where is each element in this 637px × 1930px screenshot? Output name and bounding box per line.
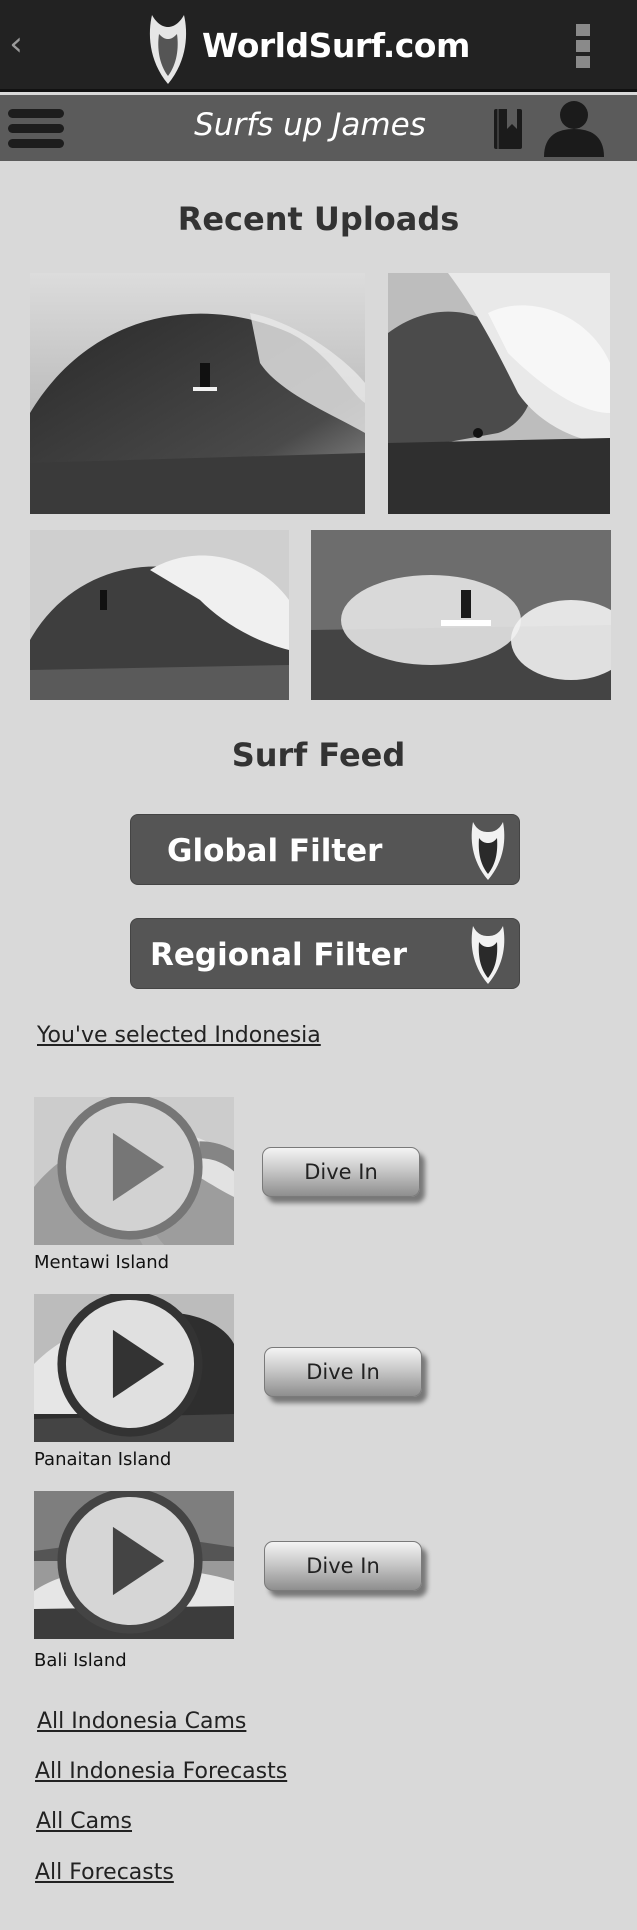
top-app-bar: ‹ WorldSurf.com (0, 0, 637, 92)
dive-in-button[interactable]: Dive In (262, 1147, 420, 1197)
spot-name: Panaitan Island (34, 1449, 172, 1470)
bali-island-thumbnail[interactable] (34, 1491, 234, 1639)
back-button[interactable]: ‹ (4, 22, 28, 66)
play-icon[interactable] (34, 1491, 230, 1635)
site-title[interactable]: WorldSurf.com (202, 26, 470, 65)
all-forecasts-link[interactable]: All Forecasts (35, 1860, 174, 1885)
dive-in-button[interactable]: Dive In (264, 1347, 422, 1397)
user-icon[interactable] (542, 99, 606, 157)
global-filter-label: Global Filter (167, 833, 383, 869)
all-cams-link[interactable]: All Cams (36, 1809, 132, 1834)
global-filter-button[interactable]: Global Filter (130, 814, 520, 885)
surfboard-logo-icon[interactable] (146, 12, 190, 86)
dive-in-button[interactable]: Dive In (264, 1541, 422, 1591)
hamburger-icon[interactable] (8, 109, 64, 149)
greeting-bar: Surfs up James (0, 95, 637, 161)
surf-feed-heading: Surf Feed (231, 736, 406, 774)
recent-uploads-heading: Recent Uploads (177, 200, 460, 238)
big-wave-photo[interactable] (388, 273, 610, 514)
selected-region-link[interactable]: You've selected Indonesia (37, 1023, 321, 1048)
spot-name: Bali Island (34, 1650, 127, 1671)
regional-filter-button[interactable]: Regional Filter (130, 918, 520, 989)
all-indonesia-cams-link[interactable]: All Indonesia Cams (37, 1709, 246, 1734)
surfer-barrel-photo[interactable] (30, 273, 365, 514)
mentawi-island-thumbnail[interactable] (34, 1097, 234, 1245)
panaitan-island-thumbnail[interactable] (34, 1294, 234, 1442)
play-icon[interactable] (34, 1097, 230, 1241)
bookmark-icon[interactable] (490, 107, 526, 151)
surfer-spray-photo[interactable] (311, 530, 611, 700)
all-indonesia-forecasts-link[interactable]: All Indonesia Forecasts (35, 1759, 287, 1784)
surfboard-icon (471, 926, 505, 984)
kebab-menu-icon[interactable] (572, 24, 594, 72)
greeting-text: Surfs up James (194, 107, 426, 143)
spot-name: Mentawi Island (34, 1252, 170, 1273)
regional-filter-label: Regional Filter (150, 937, 407, 973)
surfboard-icon (471, 822, 505, 880)
play-icon[interactable] (34, 1294, 230, 1438)
wave-drop-photo[interactable] (30, 530, 289, 700)
